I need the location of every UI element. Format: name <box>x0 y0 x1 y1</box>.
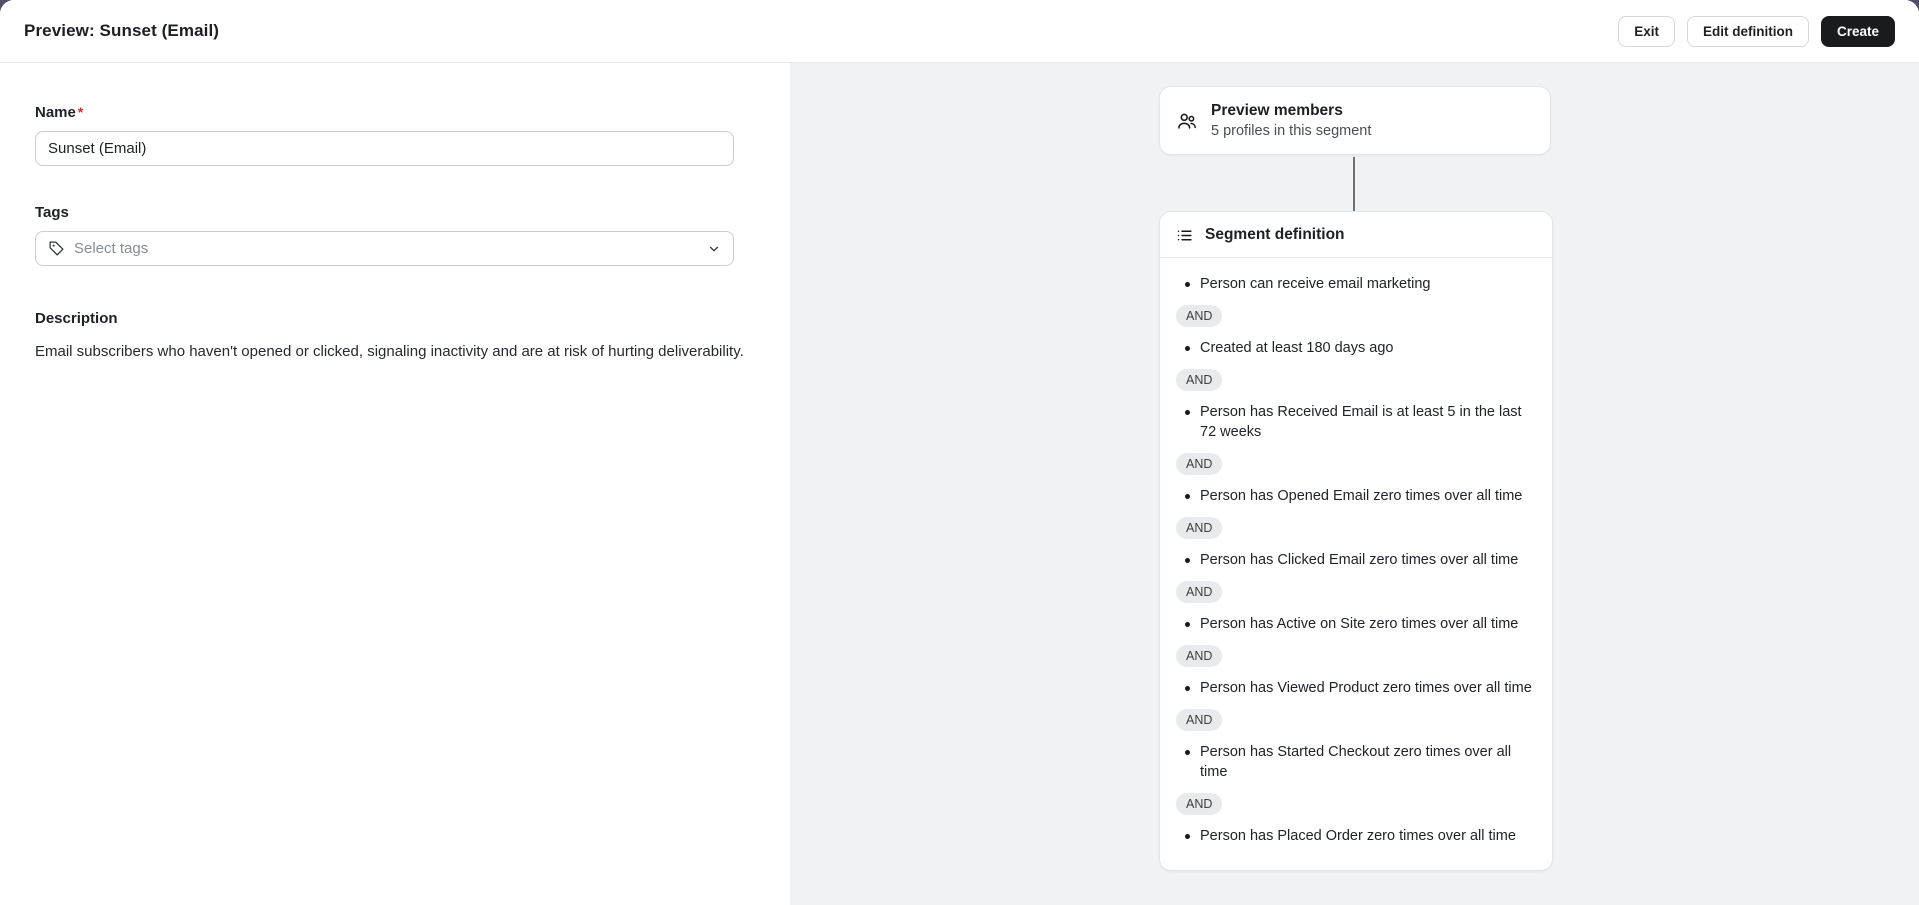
condition-text: Person has Opened Email zero times over … <box>1200 488 1523 504</box>
details-form-panel: Name* Tags Select tags <box>0 63 790 905</box>
and-operator-badge: AND <box>1176 517 1223 539</box>
segment-definition-header: Segment definition <box>1160 212 1552 258</box>
segment-condition: Person has Received Email is at least 5 … <box>1176 402 1536 442</box>
main-content: Name* Tags Select tags <box>0 63 1919 905</box>
edit-definition-button[interactable]: Edit definition <box>1686 15 1809 47</box>
chevron-down-icon <box>707 242 721 256</box>
bullet-icon <box>1185 834 1190 839</box>
bullet-icon <box>1185 410 1190 415</box>
users-icon <box>1176 110 1198 132</box>
tag-icon <box>48 240 65 257</box>
preview-members-title: Preview members <box>1211 102 1343 119</box>
segment-condition: Person has Viewed Product zero times ove… <box>1176 678 1536 698</box>
bullet-icon <box>1185 346 1190 351</box>
segment-condition: Person can receive email marketing <box>1176 274 1536 294</box>
and-operator-badge: AND <box>1176 793 1223 815</box>
required-asterisk: * <box>77 104 84 120</box>
tags-placeholder: Select tags <box>74 240 149 257</box>
condition-text: Person has Started Checkout zero times o… <box>1200 744 1512 780</box>
segment-condition: Person has Placed Order zero times over … <box>1176 826 1536 846</box>
tags-select[interactable]: Select tags <box>35 231 734 266</box>
bullet-icon <box>1185 494 1190 499</box>
and-operator-badge: AND <box>1176 305 1223 327</box>
bullet-icon <box>1185 558 1190 563</box>
name-input[interactable] <box>35 131 734 166</box>
preview-canvas: Preview members 5 profiles in this segme… <box>790 63 1919 905</box>
segment-condition: Created at least 180 days ago <box>1176 338 1536 358</box>
description-text: Email subscribers who haven't opened or … <box>35 343 744 360</box>
condition-text: Person has Clicked Email zero times over… <box>1200 552 1519 568</box>
create-button[interactable]: Create <box>1820 15 1895 47</box>
segment-condition: Person has Active on Site zero times ove… <box>1176 614 1536 634</box>
and-operator-badge: AND <box>1176 369 1223 391</box>
list-icon <box>1176 227 1193 244</box>
and-operator-badge: AND <box>1176 581 1223 603</box>
tags-field-group: Tags Select tags <box>35 204 790 266</box>
page-title: Preview: Sunset (Email) <box>24 21 220 40</box>
and-operator-badge: AND <box>1176 453 1223 475</box>
segment-condition: Person has Started Checkout zero times o… <box>1176 742 1536 782</box>
bullet-icon <box>1185 686 1190 691</box>
bullet-icon <box>1185 622 1190 627</box>
preview-members-count: 5 profiles in this segment <box>1211 123 1372 139</box>
and-operator-badge: AND <box>1176 645 1223 667</box>
condition-text: Person has Placed Order zero times over … <box>1200 828 1516 844</box>
condition-text: Person has Received Email is at least 5 … <box>1200 404 1522 440</box>
connector-line <box>1353 157 1355 212</box>
exit-button[interactable]: Exit <box>1618 15 1675 47</box>
bullet-icon <box>1185 282 1190 287</box>
preview-members-card[interactable]: Preview members 5 profiles in this segme… <box>1159 86 1551 155</box>
condition-text: Person can receive email marketing <box>1200 276 1431 292</box>
and-operator-badge: AND <box>1176 709 1223 731</box>
segment-definition-card: Segment definition Person can receive em… <box>1159 211 1553 871</box>
condition-text: Person has Active on Site zero times ove… <box>1200 616 1519 632</box>
top-bar: Preview: Sunset (Email) Exit Edit defini… <box>0 0 1919 63</box>
segment-condition: Person has Opened Email zero times over … <box>1176 486 1536 506</box>
name-label: Name <box>35 104 76 121</box>
condition-text: Person has Viewed Product zero times ove… <box>1200 680 1532 696</box>
bullet-icon <box>1185 750 1190 755</box>
name-field-group: Name * <box>35 104 790 166</box>
tags-label: Tags <box>35 204 69 221</box>
condition-text: Created at least 180 days ago <box>1200 340 1394 356</box>
segment-definition-title: Segment definition <box>1205 226 1345 243</box>
condition-list: Person can receive email marketing AND Cre… <box>1160 258 1552 870</box>
page-sheet: Preview: Sunset (Email) Exit Edit defini… <box>0 0 1919 905</box>
preview-members-texts: Preview members 5 profiles in this segme… <box>1211 102 1371 139</box>
description-label: Description <box>35 310 118 327</box>
segment-condition: Person has Clicked Email zero times over… <box>1176 550 1536 570</box>
